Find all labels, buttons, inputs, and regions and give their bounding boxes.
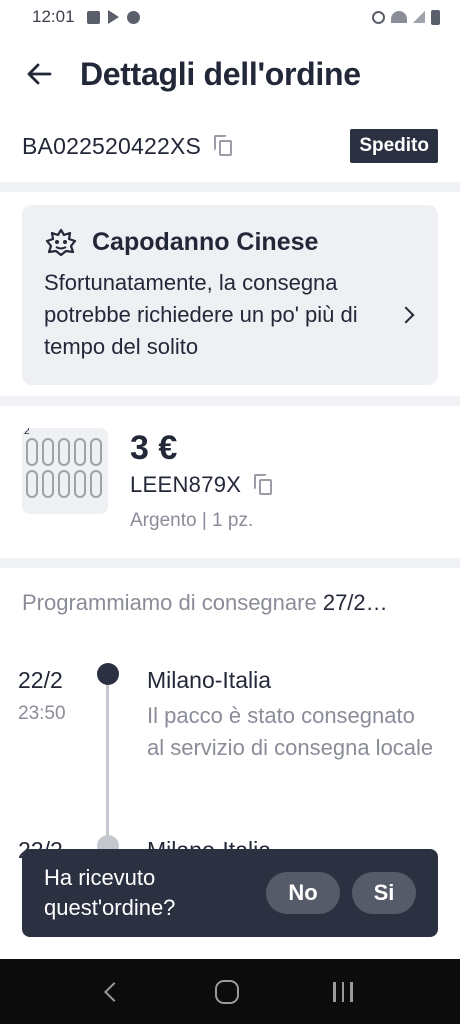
product-image: 2	[22, 428, 108, 514]
status-right-icons	[372, 9, 440, 25]
arrow-left-icon	[27, 63, 52, 85]
product-qty-mark: 2	[24, 428, 30, 437]
product-variant: Argento | 1 pz.	[130, 510, 254, 531]
yes-button[interactable]: Si	[352, 872, 416, 914]
signal-icon	[413, 11, 425, 23]
sku-row: LEEN879X	[130, 472, 275, 498]
timeline-location: Milano-Italia	[147, 667, 271, 693]
copy-sku-button[interactable]	[253, 473, 275, 497]
product-info: 3 € LEEN879X Argento | 1 pz.	[130, 428, 275, 538]
product-item[interactable]: 2 3 € LEEN879X Argento | 1 pz.	[22, 428, 438, 538]
notice-body: Sfortunatamente, la consegna potrebbe ri…	[44, 267, 418, 363]
delivery-label: Programmiamo di consegnare	[22, 590, 317, 615]
page-title: Dettagli dell'ordine	[80, 55, 361, 92]
messenger-icon	[126, 10, 140, 24]
battery-icon	[431, 9, 440, 25]
received-prompt: Ha ricevuto quest'ordine? No Si	[22, 849, 438, 937]
notice-header: Capodanno Cinese	[44, 227, 418, 257]
divider	[0, 396, 460, 406]
nav-home-icon[interactable]	[215, 979, 240, 1004]
system-nav-bar	[0, 959, 460, 1024]
divider	[0, 558, 460, 568]
prompt-question: Ha ricevuto quest'ordine?	[44, 865, 176, 920]
notice-text: Sfortunatamente, la consegna potrebbe ri…	[44, 270, 358, 359]
gallery-icon	[86, 10, 100, 24]
status-left-icons	[86, 10, 140, 24]
timeline-date: 22/2	[18, 667, 63, 693]
timeline-dot-active	[97, 663, 119, 685]
no-button[interactable]: No	[266, 872, 340, 914]
wifi-icon	[391, 11, 407, 23]
delivery-estimate: Programmiamo di consegnare 27/2…	[22, 590, 438, 616]
product-price: 3 €	[130, 429, 178, 467]
order-row: BA022520422XS Spedito	[22, 126, 438, 166]
timeline-connector	[106, 682, 109, 842]
nav-recent-apps-icon[interactable]	[333, 981, 353, 1002]
status-badge: Spedito	[350, 129, 438, 163]
order-id: BA022520422XS	[22, 132, 202, 159]
divider	[0, 182, 460, 192]
status-bar: 12:01	[0, 0, 460, 34]
header: Dettagli dell'ordine	[0, 44, 460, 104]
notice-title: Capodanno Cinese	[92, 227, 319, 256]
lion-dance-icon	[45, 228, 77, 257]
copy-order-id-button[interactable]	[213, 134, 235, 158]
product-sku: LEEN879X	[130, 472, 242, 497]
delivery-date: 27/2…	[322, 590, 388, 615]
nav-back-icon[interactable]	[104, 981, 124, 1002]
play-store-icon	[107, 10, 119, 24]
timeline-time: 23:50	[18, 703, 66, 724]
alarm-icon	[372, 10, 385, 24]
chevron-right-icon	[397, 306, 415, 324]
notice-card[interactable]: Capodanno Cinese Sfortunatamente, la con…	[22, 205, 438, 385]
status-time: 12:01	[32, 7, 75, 26]
timeline-description: Il pacco è stato consegnato al servizio …	[147, 703, 434, 760]
back-button[interactable]	[16, 51, 62, 97]
